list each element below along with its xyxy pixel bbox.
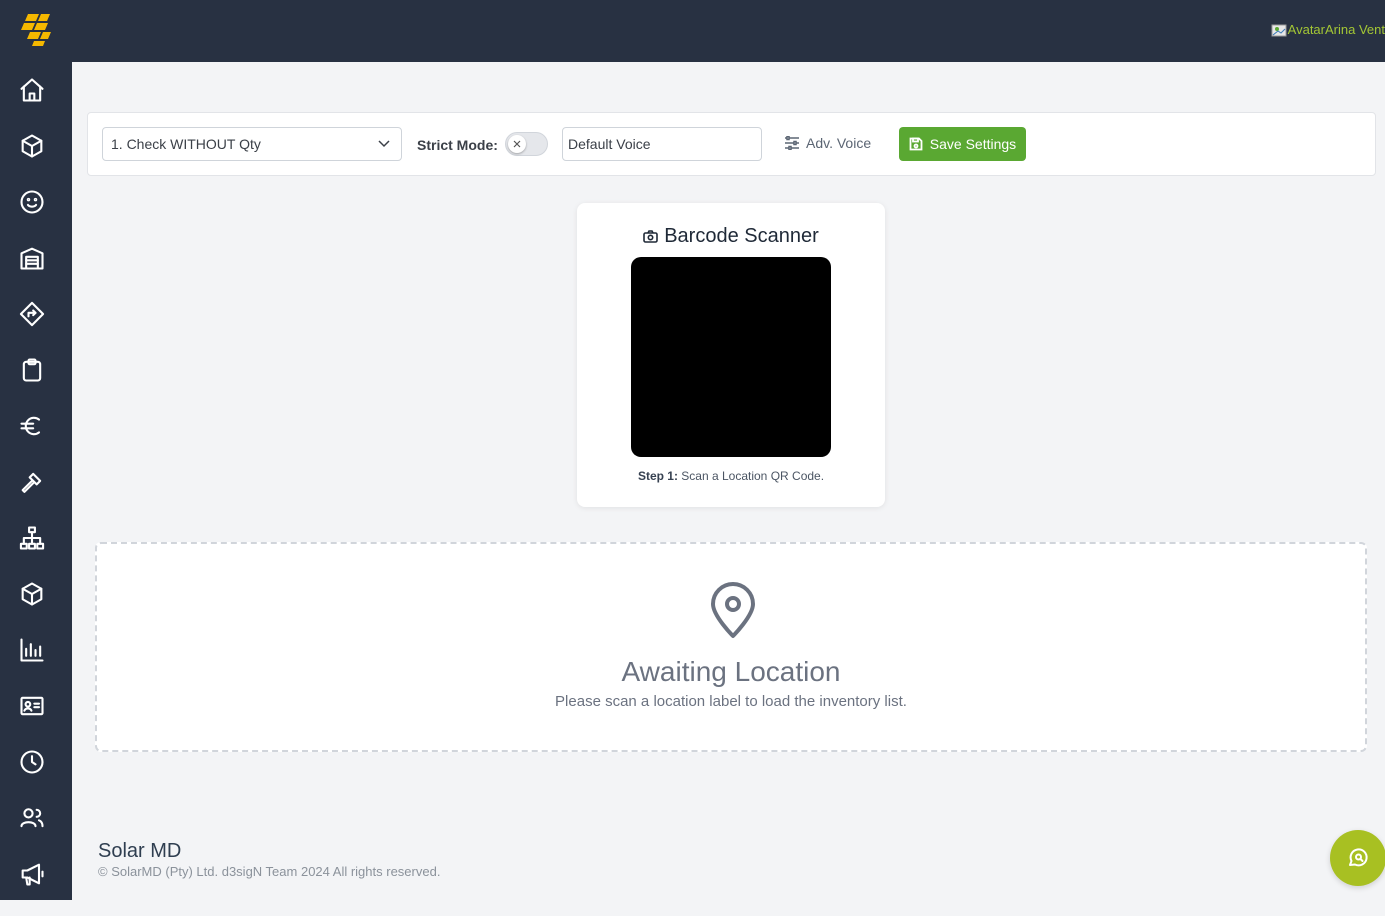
users-icon	[20, 808, 44, 828]
sidebar-item-products[interactable]	[16, 130, 48, 162]
awaiting-location-title: Awaiting Location	[621, 656, 841, 687]
voice-input[interactable]	[562, 127, 762, 161]
footer-brand: Solar MD	[98, 840, 182, 862]
warehouse-icon	[20, 247, 44, 270]
check-mode-select[interactable]: 1. Check WITHOUT Qty	[102, 127, 402, 161]
box-icon	[21, 134, 43, 158]
directions-icon	[19, 301, 45, 327]
sidebar-item-tools[interactable]	[16, 466, 48, 498]
sidebar-item-finance[interactable]	[16, 410, 48, 442]
sidebar-item-announcements[interactable]	[16, 858, 48, 890]
sidebar-item-orders[interactable]	[16, 354, 48, 386]
scanner-title-text: Barcode Scanner	[664, 225, 819, 247]
hierarchy-icon	[19, 526, 45, 550]
camera-icon	[643, 230, 659, 243]
hammer-icon	[21, 472, 42, 493]
scan-settings-toolbar: 1. Check WITHOUT Qty Strict Mode: Adv. V…	[87, 112, 1376, 176]
sidebar-item-users[interactable]	[16, 802, 48, 834]
sidebar-item-warehouse[interactable]	[16, 242, 48, 274]
bar-chart-icon	[20, 638, 44, 662]
sidebar-item-hierarchy[interactable]	[16, 522, 48, 554]
home-icon	[20, 78, 44, 102]
adv-voice-label: Adv. Voice	[806, 135, 872, 151]
barcode-scanner-card: Barcode Scanner Step 1: Scan a Location …	[577, 203, 885, 507]
clipboard-icon	[22, 358, 42, 382]
x-icon	[513, 140, 521, 148]
toggle-knob	[508, 135, 526, 153]
save-settings-button[interactable]: Save Settings	[899, 127, 1026, 161]
step-text: Scan a Location QR Code.	[681, 469, 825, 483]
top-bar: Avatar Arina Vent	[0, 0, 1385, 62]
chevron-down-icon	[378, 140, 390, 148]
check-mode-value: 1. Check WITHOUT Qty	[111, 136, 261, 152]
sidebar-item-packages[interactable]	[16, 578, 48, 610]
smile-icon	[20, 190, 44, 214]
user-menu[interactable]: Avatar Arina Vent	[1271, 22, 1385, 37]
sidebar-item-reports[interactable]	[16, 634, 48, 666]
user-name: Arina Vent	[1325, 22, 1385, 37]
sidebar-item-directions[interactable]	[16, 298, 48, 330]
avatar-broken-image-icon	[1271, 24, 1287, 36]
strict-mode-toggle[interactable]	[505, 132, 548, 156]
map-pin-icon	[711, 582, 755, 638]
sidebar	[0, 62, 72, 900]
awaiting-location-subtitle: Please scan a location label to load the…	[555, 693, 907, 710]
clock-icon	[20, 750, 44, 774]
sidebar-item-home[interactable]	[16, 74, 48, 106]
sliders-icon	[785, 136, 799, 150]
package-icon	[21, 582, 43, 606]
floppy-disk-icon	[909, 137, 923, 151]
scanner-title: Barcode Scanner	[577, 225, 885, 248]
sidebar-item-customers[interactable]	[16, 186, 48, 218]
euro-icon	[20, 416, 41, 436]
save-settings-label: Save Settings	[929, 136, 1017, 152]
step-label: Step 1:	[637, 469, 678, 483]
strict-mode-label: Strict Mode:	[417, 137, 498, 153]
logo-icon[interactable]	[20, 14, 54, 46]
scanner-step-instruction: Step 1: Scan a Location QR Code.	[577, 469, 885, 483]
adv-voice-button[interactable]: Adv. Voice	[784, 135, 871, 151]
sidebar-item-history[interactable]	[16, 746, 48, 778]
sidebar-item-contacts[interactable]	[16, 690, 48, 722]
megaphone-icon	[21, 863, 44, 886]
camera-viewfinder[interactable]	[631, 257, 831, 457]
awaiting-location-panel: Awaiting Location Please scan a location…	[95, 542, 1367, 752]
footer-copyright: © SolarMD (Pty) Ltd. d3sigN Team 2024 Al…	[98, 864, 441, 879]
id-card-icon	[20, 696, 44, 716]
chat-search-icon	[1349, 848, 1368, 867]
avatar-alt-text: Avatar	[1287, 22, 1325, 37]
chat-support-button[interactable]	[1330, 830, 1385, 886]
